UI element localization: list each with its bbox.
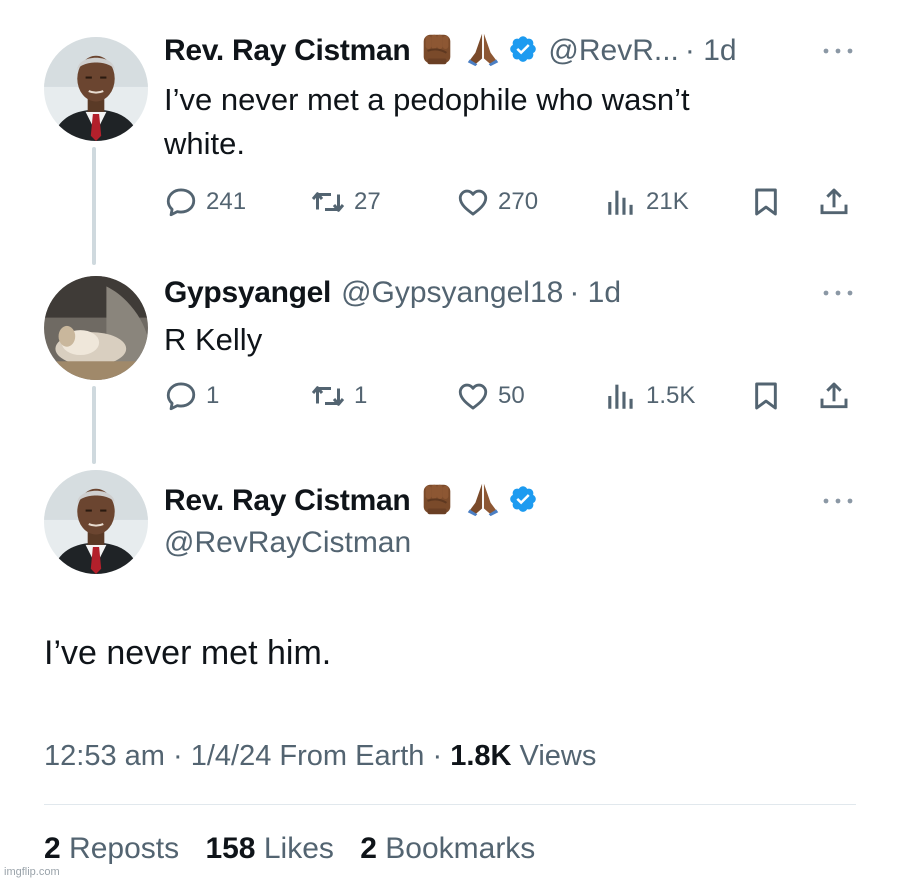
repost-icon (310, 378, 346, 414)
bookmark-button[interactable] (750, 376, 782, 416)
watermark: imgflip.com (4, 866, 60, 878)
likes-count: 158 (205, 832, 256, 865)
profile-photo (44, 470, 148, 574)
thread-line (92, 386, 96, 464)
reply-icon (164, 185, 198, 219)
tweet-text: I’ve never met a pedophile who wasn’t wh… (164, 78, 690, 166)
tweet-date[interactable]: 1/4/24 (191, 740, 272, 772)
avatar[interactable] (44, 276, 148, 380)
tweet-actions: 241 27 270 21K (164, 182, 864, 222)
heart-icon (456, 185, 490, 219)
thread-line (92, 147, 96, 265)
repost-count: 1 (354, 382, 368, 409)
divider (44, 804, 856, 805)
separator: · (432, 740, 451, 772)
avatar[interactable] (44, 470, 148, 574)
tweet-header: Rev. Ray Cistman (164, 478, 538, 524)
tweet-text-line: I’ve never met a pedophile who wasn’t (164, 82, 690, 117)
author-name[interactable]: Gypsyangel (164, 276, 331, 310)
reply-count: 1 (206, 382, 220, 409)
tweet-time[interactable]: · 1d (569, 276, 621, 310)
avatar[interactable] (44, 37, 148, 141)
author-handle[interactable]: @Gypsyangel18 (341, 276, 563, 310)
verified-badge-icon[interactable] (508, 484, 538, 519)
bookmark-button[interactable] (750, 182, 782, 222)
repost-icon (310, 184, 346, 220)
likes-stat[interactable]: 158 Likes (205, 832, 333, 865)
separator: · (172, 740, 191, 772)
tweet-text-line: white. (164, 126, 245, 161)
verified-badge-icon[interactable] (508, 34, 538, 69)
reposts-count: 2 (44, 832, 61, 865)
views-button[interactable]: 21K (604, 182, 689, 222)
heart-icon (456, 379, 490, 413)
tweet-text: I’ve never met him. (44, 634, 332, 672)
like-button[interactable]: 270 (456, 182, 538, 222)
folded-hands-emoji (464, 30, 502, 73)
tweet-time[interactable]: 12:53 am (44, 740, 165, 772)
like-count: 50 (498, 382, 525, 409)
views-count: 1.5K (646, 382, 696, 409)
reposts-label: Reposts (69, 832, 180, 865)
profile-photo (44, 37, 148, 141)
author-handle[interactable]: @RevRayCistman (164, 526, 411, 560)
reply-button[interactable]: 1 (164, 376, 219, 416)
author-name[interactable]: Rev. Ray Cistman (164, 484, 411, 518)
tweet-source: From Earth (279, 740, 425, 772)
share-button[interactable] (818, 182, 850, 222)
reply-button[interactable]: 241 (164, 182, 246, 222)
reposts-stat[interactable]: 2 Reposts (44, 832, 179, 865)
folded-hands-emoji (464, 480, 502, 523)
engagement-stats: 2 Reposts 158 Likes 2 Bookmarks (44, 832, 553, 866)
bookmarks-stat[interactable]: 2 Bookmarks (360, 832, 535, 865)
like-button[interactable]: 50 (456, 376, 525, 416)
author-handle[interactable]: @RevR... (548, 34, 678, 68)
views-button[interactable]: 1.5K (604, 376, 695, 416)
tweet-text: R Kelly (164, 322, 263, 357)
views-count: 21K (646, 188, 689, 215)
repost-button[interactable]: 27 (310, 182, 381, 222)
views-icon (604, 185, 638, 219)
raised-fist-emoji (418, 480, 456, 523)
repost-count: 27 (354, 188, 381, 215)
reply-count: 241 (206, 188, 247, 215)
views-label: Views (519, 740, 597, 772)
reply-icon (164, 379, 198, 413)
share-icon (818, 380, 850, 412)
like-count: 270 (498, 188, 539, 215)
bookmark-icon (750, 186, 782, 218)
tweet-metadata: 12:53 am · 1/4/24 From Earth · 1.8K View… (44, 740, 596, 773)
raised-fist-emoji (418, 30, 456, 73)
tweet-header: Rev. Ray Cistman @RevR... · 1d (164, 28, 737, 74)
likes-label: Likes (263, 832, 334, 865)
share-icon (818, 186, 850, 218)
author-name[interactable]: Rev. Ray Cistman (164, 34, 411, 68)
share-button[interactable] (818, 376, 850, 416)
views-count: 1.8K (450, 740, 512, 772)
profile-photo (44, 276, 148, 380)
more-icon[interactable] (820, 44, 856, 62)
repost-button[interactable]: 1 (310, 376, 367, 416)
bookmark-icon (750, 380, 782, 412)
views-icon (604, 379, 638, 413)
more-icon[interactable] (820, 286, 856, 304)
tweet-header: Gypsyangel @Gypsyangel18 · 1d (164, 270, 621, 316)
bookmarks-count: 2 (360, 832, 377, 865)
tweet-actions: 1 1 50 1.5K (164, 376, 864, 416)
bookmarks-label: Bookmarks (385, 832, 536, 865)
more-icon[interactable] (820, 494, 856, 512)
tweet-time[interactable]: · 1d (685, 34, 737, 68)
